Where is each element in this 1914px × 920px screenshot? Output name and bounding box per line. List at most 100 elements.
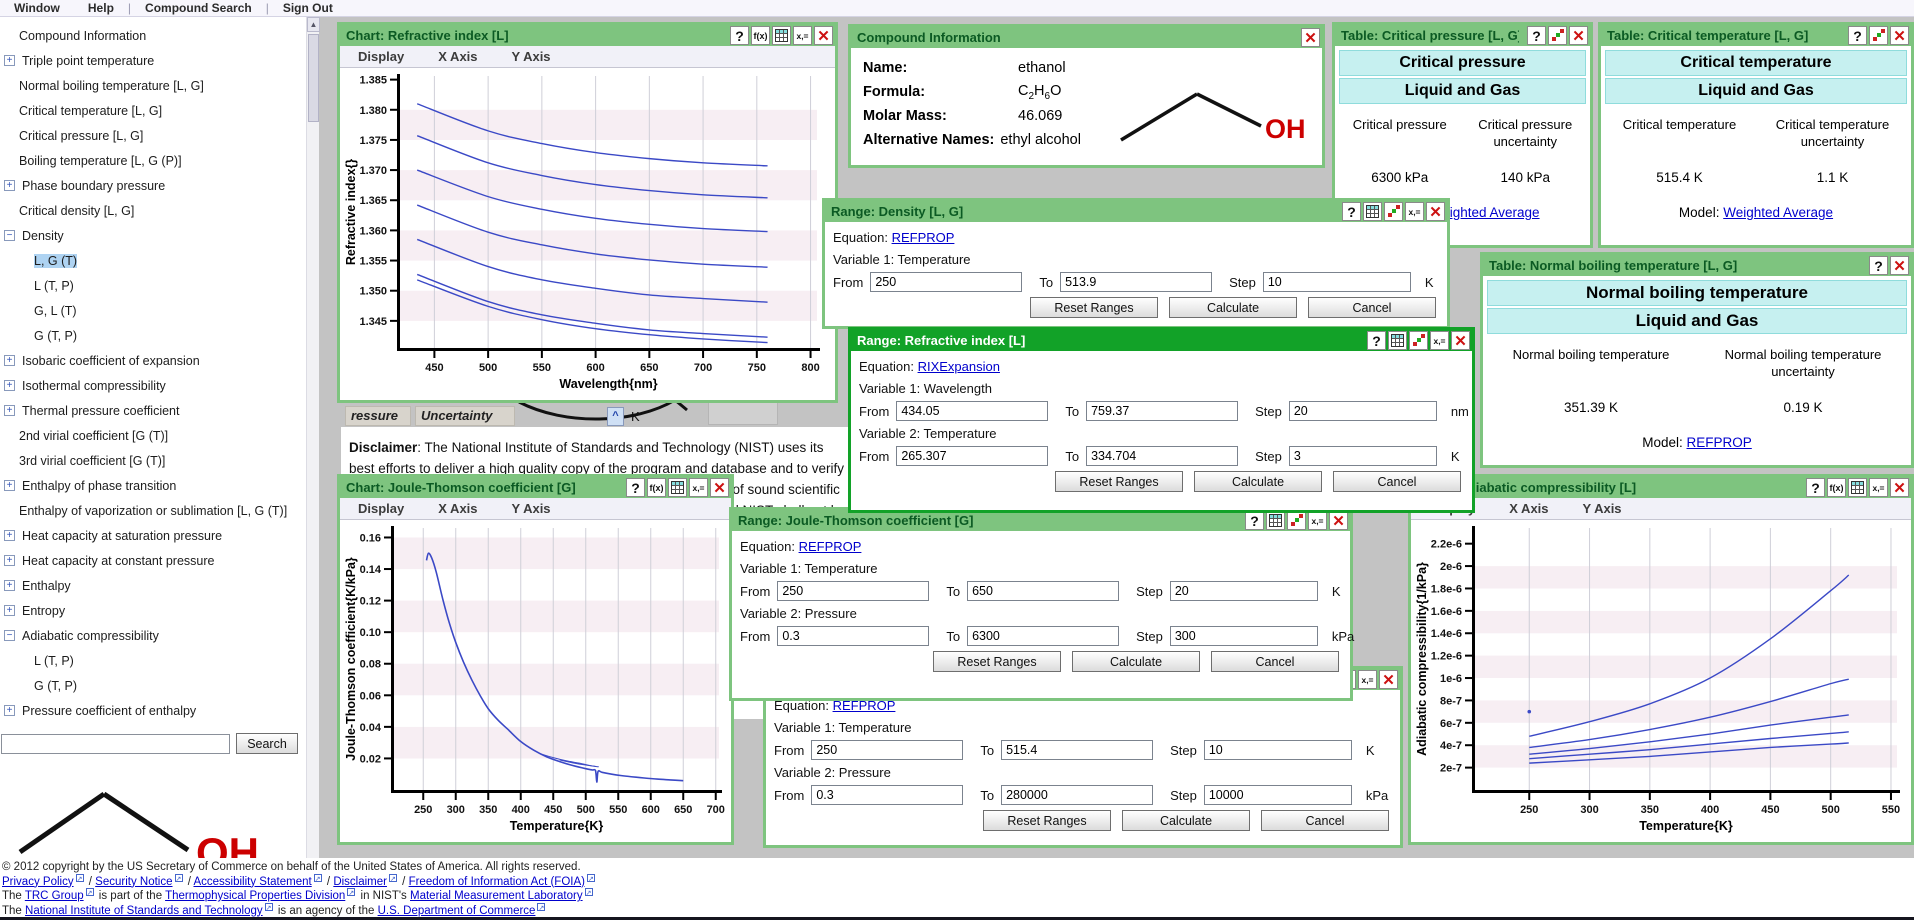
from-input[interactable] (870, 272, 1022, 292)
step-input[interactable] (1170, 581, 1318, 601)
titlebar[interactable]: Table: Critical temperature [L, G] ?✕ (1601, 25, 1911, 46)
sidebar-item[interactable]: Normal boiling temperature [L, G] (0, 73, 306, 98)
from-input[interactable] (896, 446, 1048, 466)
scroll-up-icon[interactable]: ▲ (307, 17, 320, 32)
sidebar-item[interactable]: +Isobaric coefficient of expansion (0, 348, 306, 373)
model-link[interactable]: REFPROP (1687, 435, 1752, 450)
step-input[interactable] (1289, 446, 1437, 466)
sidebar-item[interactable]: G (T, P) (0, 323, 306, 348)
xeq-icon[interactable]: x,= (1308, 511, 1327, 530)
plot-icon[interactable] (1384, 202, 1403, 221)
to-input[interactable] (1086, 446, 1238, 466)
xeq-icon[interactable]: x,= (1358, 670, 1377, 689)
titlebar[interactable]: Range: Joule-Thomson coefficient [G] ?x,… (732, 510, 1350, 531)
expand-icon[interactable]: + (4, 705, 15, 716)
sidebar-item[interactable]: +Thermal pressure coefficient (0, 398, 306, 423)
scrollbar-thumb[interactable] (308, 34, 319, 122)
step-input[interactable] (1204, 785, 1352, 805)
table-icon[interactable] (1848, 478, 1867, 497)
titlebar[interactable]: Chart: Joule-Thomson coefficient [G] ?f(… (340, 477, 731, 498)
menu-help[interactable]: Help (74, 1, 128, 15)
step-input[interactable] (1289, 401, 1437, 421)
to-input[interactable] (1001, 785, 1153, 805)
close-icon[interactable]: ✕ (1451, 331, 1470, 350)
titlebar[interactable]: Range: Refractive index [L] ?x,=✕ (851, 330, 1472, 351)
table-icon[interactable] (772, 26, 791, 45)
step-input[interactable] (1204, 740, 1352, 760)
expand-icon[interactable]: + (4, 180, 15, 191)
sidebar-item[interactable]: L (T, P) (0, 273, 306, 298)
help-icon[interactable]: ? (1367, 331, 1386, 350)
sidebar-item[interactable]: Boiling temperature [L, G (P)] (0, 148, 306, 173)
to-input[interactable] (1001, 740, 1153, 760)
equation-link[interactable]: REFPROP (799, 539, 862, 554)
help-icon[interactable]: ? (1342, 202, 1361, 221)
to-input[interactable] (967, 626, 1119, 646)
footer-link[interactable]: National Institute of Standards and Tech… (25, 905, 263, 917)
help-icon[interactable]: ? (1527, 26, 1546, 45)
titlebar[interactable]: Chart: Refractive index [L] ?f(x)x,=✕ (340, 25, 835, 46)
table-icon[interactable] (1388, 331, 1407, 350)
close-icon[interactable]: ✕ (710, 478, 729, 497)
sidebar-item[interactable]: +Triple point temperature (0, 48, 306, 73)
sidebar-item[interactable]: +Heat capacity at saturation pressure (0, 523, 306, 548)
titlebar[interactable]: Compound Information ✕ (851, 27, 1322, 48)
equation-link[interactable]: RIXExpansion (918, 359, 1000, 374)
collapse-icon[interactable]: − (4, 230, 15, 241)
step-input[interactable] (1170, 626, 1318, 646)
footer-link[interactable]: U.S. Department of Commerce (378, 905, 536, 917)
sidebar-item[interactable]: Compound Information (0, 23, 306, 48)
menu-sign-out[interactable]: Sign Out (269, 1, 347, 15)
plot-icon[interactable] (1409, 331, 1428, 350)
expand-icon[interactable]: + (4, 480, 15, 491)
footer-link[interactable]: Material Measurement Laboratory (410, 890, 583, 902)
cancel-button[interactable]: Cancel (1308, 297, 1436, 318)
close-icon[interactable]: ✕ (1379, 670, 1398, 689)
reset-ranges-button[interactable]: Reset Ranges (1055, 471, 1183, 492)
chart-menu-display[interactable]: Display (358, 49, 404, 64)
cancel-button[interactable]: Cancel (1261, 810, 1389, 831)
close-icon[interactable]: ✕ (1890, 478, 1909, 497)
reset-ranges-button[interactable]: Reset Ranges (983, 810, 1111, 831)
titlebar[interactable]: Table: Critical pressure [L, G] ?✕ (1335, 25, 1590, 46)
chart-menu-xaxis[interactable]: X Axis (438, 49, 477, 64)
xeq-icon[interactable]: x,= (689, 478, 708, 497)
to-input[interactable] (1086, 401, 1238, 421)
sidebar-item[interactable]: +Enthalpy of phase transition (0, 473, 306, 498)
chart-menu-yaxis[interactable]: Y Axis (512, 501, 551, 516)
menu-window[interactable]: Window (0, 1, 74, 15)
table-icon[interactable] (1363, 202, 1382, 221)
chart-menu-xaxis[interactable]: X Axis (438, 501, 477, 516)
footer-link[interactable]: Accessibility Statement (193, 876, 311, 888)
close-icon[interactable]: ✕ (814, 26, 833, 45)
close-icon[interactable]: ✕ (1426, 202, 1445, 221)
sidebar-item[interactable]: Enthalpy of vaporization or sublimation … (0, 498, 306, 523)
reset-ranges-button[interactable]: Reset Ranges (1030, 297, 1158, 318)
sidebar-scrollbar[interactable]: ▲ (306, 17, 319, 858)
reset-ranges-button[interactable]: Reset Ranges (933, 651, 1061, 672)
to-input[interactable] (967, 581, 1119, 601)
menu-compound-search[interactable]: Compound Search (131, 1, 266, 15)
sidebar-item[interactable]: 3rd virial coefficient [G (T)] (0, 448, 306, 473)
sidebar-item[interactable]: 2nd virial coefficient [G (T)] (0, 423, 306, 448)
xeq-icon[interactable]: x,= (793, 26, 812, 45)
sidebar-item[interactable]: +Entropy (0, 598, 306, 623)
search-button[interactable]: Search (236, 733, 298, 754)
sidebar-item[interactable]: +Heat capacity at constant pressure (0, 548, 306, 573)
help-icon[interactable]: ? (1806, 478, 1825, 497)
titlebar[interactable]: Chart: Adiabatic compressibility [L] ?f(… (1411, 477, 1911, 498)
footer-link[interactable]: Privacy Policy (2, 876, 74, 888)
chart-menu-yaxis[interactable]: Y Axis (1583, 501, 1622, 516)
sidebar-item[interactable]: +Phase boundary pressure (0, 173, 306, 198)
xeq-icon[interactable]: x,= (1430, 331, 1449, 350)
from-input[interactable] (777, 626, 929, 646)
search-input[interactable] (1, 734, 230, 754)
cancel-button[interactable]: Cancel (1333, 471, 1461, 492)
equation-link[interactable]: REFPROP (892, 230, 955, 245)
footer-link[interactable]: Thermophysical Properties Division (165, 890, 345, 902)
to-input[interactable] (1060, 272, 1212, 292)
from-input[interactable] (811, 740, 963, 760)
xeq-icon[interactable]: x,= (1405, 202, 1424, 221)
sidebar-item[interactable]: −Adiabatic compressibility (0, 623, 306, 648)
help-icon[interactable]: ? (1848, 26, 1867, 45)
